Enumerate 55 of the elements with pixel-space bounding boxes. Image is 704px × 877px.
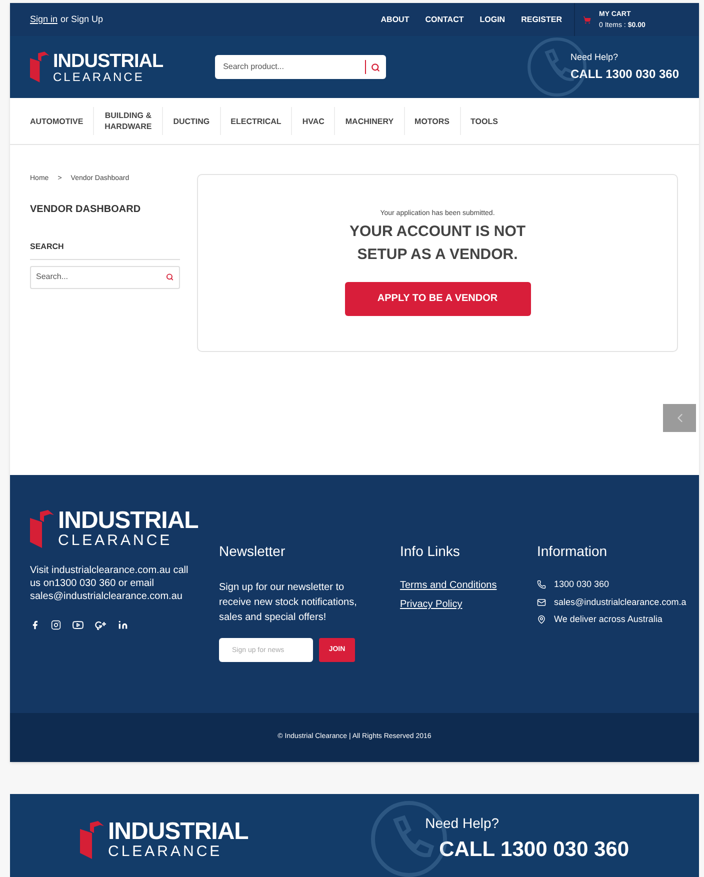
help-phone: CALL 1300 030 360 — [570, 66, 679, 83]
page-title: VENDOR DASHBOARD — [30, 202, 142, 216]
location-icon — [537, 615, 546, 624]
contact-info: 1300 030 360 — [554, 578, 610, 591]
nav-item[interactable]: MACHINERY — [345, 116, 394, 126]
search-heading: SEARCH — [30, 240, 180, 260]
nav-item[interactable]: BUILDING & HARDWARE — [104, 110, 152, 132]
top-link[interactable]: REGISTER — [521, 14, 562, 26]
information-title: Information — [537, 542, 608, 561]
nav-item[interactable]: MOTORS — [414, 116, 450, 126]
nav-item[interactable]: HVAC — [302, 116, 324, 126]
sidebar-search[interactable]: Search... — [30, 266, 180, 288]
email-icon — [537, 598, 546, 607]
footer-link[interactable]: Privacy Policy — [400, 597, 462, 612]
top-link[interactable]: CONTACT — [425, 14, 464, 26]
facebook-icon[interactable] — [30, 620, 40, 630]
youtube-icon[interactable] — [72, 619, 84, 631]
contact-info: sales@industrialclearance.com.a — [554, 596, 686, 608]
logo-wordmark: INDUSTRIAL — [58, 509, 198, 533]
product-search[interactable]: Search product... — [215, 55, 386, 79]
logo-wordmark: INDUSTRIAL — [53, 52, 164, 71]
help-label: Need Help? — [570, 51, 620, 64]
contact-info: We deliver across Australia — [554, 613, 662, 626]
logo-icon — [30, 51, 51, 83]
logo-icon — [30, 510, 56, 548]
search-icon[interactable] — [371, 62, 380, 72]
sign-up-text: or Sign Up — [60, 12, 104, 26]
logo-wordmark: INDUSTRIAL — [108, 820, 248, 844]
search-icon[interactable] — [166, 273, 174, 281]
nav-item[interactable]: TOOLS — [470, 116, 498, 126]
footer-link[interactable]: Terms and Conditions — [400, 578, 497, 593]
newsletter-text: Sign up for our newsletter to receive new stock notifications, sales and special offers! — [219, 581, 358, 625]
sidebar-search-input[interactable]: Search... — [36, 271, 166, 283]
help-phone: CALL 1300 030 360 — [439, 836, 629, 863]
nav-item[interactable]: AUTOMOTIVE — [30, 116, 84, 126]
instagram-icon[interactable] — [51, 620, 61, 630]
logo-tagline: CLEARANCE — [53, 71, 146, 83]
google-plus-icon[interactable] — [95, 620, 107, 630]
logo-tagline: CLEARANCE — [108, 844, 224, 858]
sign-in-link[interactable]: Sign in — [30, 12, 58, 26]
search-input[interactable]: Search product... — [223, 61, 366, 73]
notice-heading: YOUR ACCOUNT IS NOT SETUP AS A VENDOR. — [348, 222, 527, 264]
logo-icon — [80, 820, 106, 858]
linkedin-icon[interactable] — [118, 620, 128, 630]
nav-item[interactable]: ELECTRICAL — [230, 116, 282, 126]
top-link[interactable]: ABOUT — [380, 14, 410, 26]
nav-item[interactable]: DUCTING — [173, 116, 210, 126]
apply-button[interactable]: APPLY TO BE A VENDOR — [344, 282, 530, 316]
info-links-title: Info Links — [400, 542, 461, 561]
logo-tagline: CLEARANCE — [58, 533, 174, 548]
footer-about: Visit industrialclearance.com.au call us on1300 030 360 or email sales@industrialclearance.com.au — [30, 564, 190, 603]
help-label: Need Help? — [425, 814, 500, 833]
top-link[interactable]: LOGIN — [480, 14, 506, 26]
phone-icon — [537, 580, 546, 590]
newsletter-title: Newsletter — [219, 542, 286, 561]
